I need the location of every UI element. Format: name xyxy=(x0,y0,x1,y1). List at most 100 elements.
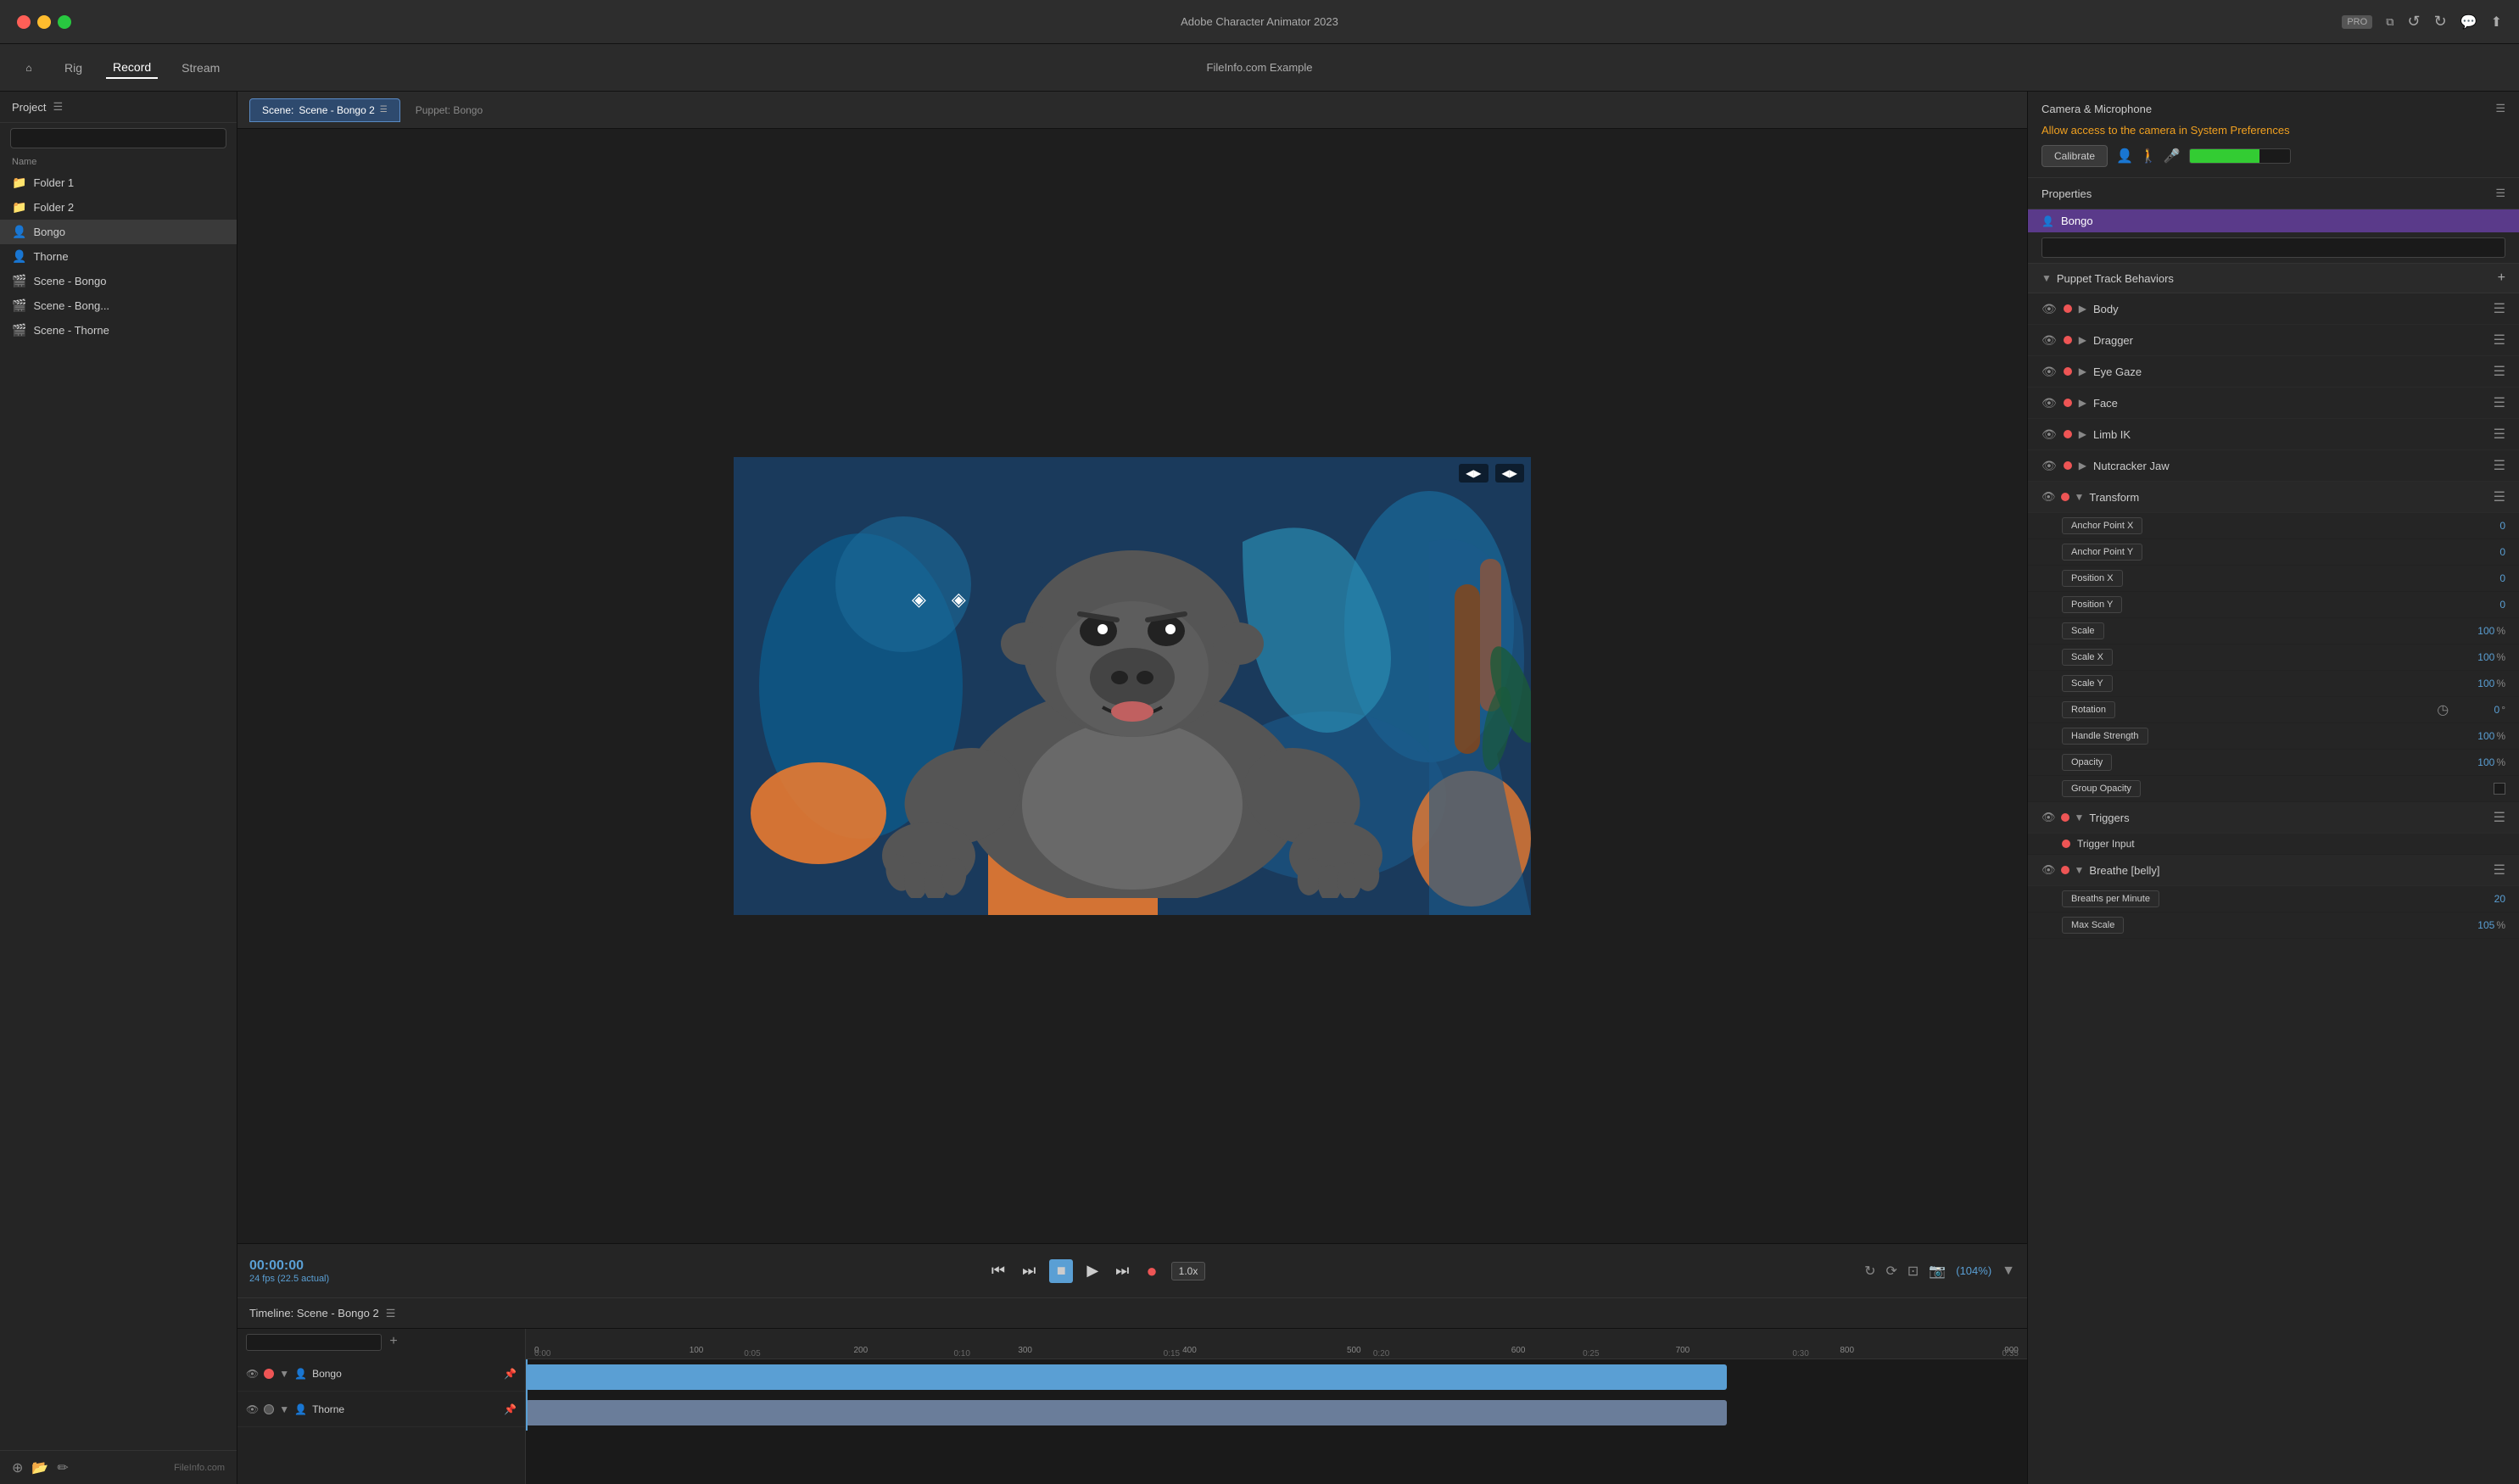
properties-menu-icon[interactable]: ☰ xyxy=(2495,187,2505,200)
transform-expand-icon[interactable]: ▼ xyxy=(2075,491,2085,503)
face-expand-icon[interactable]: ▶ xyxy=(2079,397,2086,409)
chat-icon[interactable]: 💬 xyxy=(2460,14,2477,31)
transform-section-header[interactable]: 👁 ▼ Transform ☰ xyxy=(2028,482,2519,513)
limbik-visibility-icon[interactable]: 👁 xyxy=(2041,427,2057,442)
refresh-icon[interactable]: ↻ xyxy=(1864,1263,1875,1280)
eyegaze-menu-icon[interactable]: ☰ xyxy=(2494,363,2505,380)
timeline-search-input[interactable] xyxy=(246,1334,382,1351)
edit-button[interactable]: ✏ xyxy=(57,1459,68,1476)
face-record-dot[interactable] xyxy=(2064,399,2072,407)
active-scene-tab[interactable]: Scene: Scene - Bongo 2 ☰ xyxy=(249,98,400,122)
rotation-btn[interactable]: Rotation xyxy=(2062,701,2115,718)
max-scale-btn[interactable]: Max Scale xyxy=(2062,917,2124,934)
breathe-menu-icon[interactable]: ☰ xyxy=(2494,862,2505,879)
playhead[interactable] xyxy=(526,1359,528,1431)
position-y-btn[interactable]: Position Y xyxy=(2062,596,2122,613)
new-item-button[interactable]: ⊕ xyxy=(12,1459,23,1476)
body-record-dot[interactable] xyxy=(2064,304,2072,313)
project-menu-icon[interactable]: ☰ xyxy=(53,100,63,114)
body-expand-icon[interactable]: ▶ xyxy=(2079,303,2086,315)
camera-access-message[interactable]: Allow access to the camera in System Pre… xyxy=(2041,124,2505,137)
go-to-start-button[interactable]: ⏮ xyxy=(988,1258,1008,1283)
undo-icon[interactable]: ↺ xyxy=(2407,13,2420,31)
breathe-expand-icon[interactable]: ▼ xyxy=(2075,864,2085,876)
add-track-button[interactable]: + xyxy=(389,1334,397,1349)
scale-x-btn[interactable]: Scale X xyxy=(2062,649,2113,666)
body-visibility-icon[interactable]: 👁 xyxy=(2041,302,2057,316)
transform-menu-icon[interactable]: ☰ xyxy=(2494,488,2505,505)
camera2-icon[interactable]: 📷 xyxy=(1929,1263,1946,1280)
opacity-btn[interactable]: Opacity xyxy=(2062,754,2112,771)
breathe-record-dot[interactable] xyxy=(2061,866,2069,874)
stop-button[interactable]: ■ xyxy=(1049,1259,1073,1283)
share-icon[interactable]: ⬆ xyxy=(2491,14,2502,31)
dragger-menu-icon[interactable]: ☰ xyxy=(2494,332,2505,349)
limbik-menu-icon[interactable]: ☰ xyxy=(2494,426,2505,443)
anchor-y-btn[interactable]: Anchor Point Y xyxy=(2062,544,2142,561)
dragger-visibility-icon[interactable]: 👁 xyxy=(2041,333,2057,348)
breathe-visibility-icon[interactable]: 👁 xyxy=(2041,863,2056,877)
bpm-btn[interactable]: Breaths per Minute xyxy=(2062,890,2159,907)
triggers-section-header[interactable]: 👁 ▼ Triggers ☰ xyxy=(2028,802,2519,834)
nutcracker-menu-icon[interactable]: ☰ xyxy=(2494,457,2505,474)
nutcracker-expand-icon[interactable]: ▶ xyxy=(2079,460,2086,471)
project-item-scene-bongo[interactable]: 🎬 Scene - Bongo xyxy=(0,269,237,293)
loop-icon[interactable]: ⟳ xyxy=(1886,1263,1897,1280)
face-visibility-icon[interactable]: 👁 xyxy=(2041,396,2057,410)
group-opacity-btn[interactable]: Group Opacity xyxy=(2062,780,2141,797)
triggers-record-dot[interactable] xyxy=(2061,813,2069,822)
nutcracker-visibility-icon[interactable]: 👁 xyxy=(2041,459,2057,473)
track-eye-dot2[interactable] xyxy=(264,1404,274,1414)
track-record-dot[interactable] xyxy=(264,1369,274,1379)
breathe-section-header[interactable]: 👁 ▼ Breathe [belly] ☰ xyxy=(2028,855,2519,886)
properties-search-input[interactable] xyxy=(2041,237,2505,258)
project-item-folder1[interactable]: 📁 Folder 1 xyxy=(0,170,237,195)
scene-menu-icon[interactable]: ☰ xyxy=(380,105,388,114)
limbik-expand-icon[interactable]: ▶ xyxy=(2079,428,2086,440)
track-pin-icon[interactable]: 📌 xyxy=(504,1368,517,1380)
canvas-control-left[interactable]: ◀▶ xyxy=(1459,464,1488,483)
nav-record[interactable]: Record xyxy=(106,57,158,79)
track-expand-icon[interactable]: ▼ xyxy=(279,1368,289,1380)
transform-visibility-icon[interactable]: 👁 xyxy=(2041,490,2056,504)
position-x-btn[interactable]: Position X xyxy=(2062,570,2123,587)
handle-strength-btn[interactable]: Handle Strength xyxy=(2062,728,2148,745)
add-behavior-icon[interactable]: + xyxy=(2498,271,2505,286)
project-item-thorne[interactable]: 👤 Thorne xyxy=(0,244,237,269)
play-button[interactable]: ▶ xyxy=(1083,1258,1102,1283)
camera-body-icon[interactable]: 🚶 xyxy=(2140,148,2157,165)
nutcracker-record-dot[interactable] xyxy=(2064,461,2072,470)
eyegaze-visibility-icon[interactable]: 👁 xyxy=(2041,365,2057,379)
fullscreen-button[interactable] xyxy=(58,15,71,29)
group-opacity-checkbox[interactable] xyxy=(2494,783,2505,795)
home-button[interactable]: ⌂ xyxy=(17,56,41,80)
minimize-button[interactable] xyxy=(37,15,51,29)
thorne-timeline-bar[interactable] xyxy=(526,1400,1727,1425)
step-back-button[interactable]: ⏭ xyxy=(1019,1258,1039,1283)
camera-menu-icon[interactable]: ☰ xyxy=(2495,102,2505,115)
close-button[interactable] xyxy=(17,15,31,29)
nav-rig[interactable]: Rig xyxy=(58,58,89,78)
transform-record-dot[interactable] xyxy=(2061,493,2069,501)
dragger-expand-icon[interactable]: ▶ xyxy=(2079,334,2086,346)
microphone-icon[interactable]: 🎤 xyxy=(2164,148,2181,165)
timeline-tracks-right[interactable]: 0 100 200 300 400 500 600 700 800 900 xyxy=(526,1329,2027,1484)
track-expand-icon2[interactable]: ▼ xyxy=(279,1403,289,1415)
timeline-menu-icon[interactable]: ☰ xyxy=(386,1307,396,1320)
export-icon[interactable]: ⊡ xyxy=(1907,1263,1919,1280)
triggers-visibility-icon[interactable]: 👁 xyxy=(2041,811,2056,824)
face-menu-icon[interactable]: ☰ xyxy=(2494,394,2505,411)
zoom-expand-icon[interactable]: ▼ xyxy=(2002,1264,2015,1279)
nav-stream[interactable]: Stream xyxy=(175,58,226,78)
track-pin-icon2[interactable]: 📌 xyxy=(504,1403,517,1415)
eyegaze-expand-icon[interactable]: ▶ xyxy=(2079,365,2086,377)
redo-icon[interactable]: ↻ xyxy=(2434,13,2447,31)
project-item-folder2[interactable]: 📁 Folder 2 xyxy=(0,195,237,220)
scale-y-btn[interactable]: Scale Y xyxy=(2062,675,2113,692)
triggers-menu-icon[interactable]: ☰ xyxy=(2494,809,2505,826)
anchor-x-btn[interactable]: Anchor Point X xyxy=(2062,517,2142,534)
limbik-record-dot[interactable] xyxy=(2064,430,2072,438)
body-menu-icon[interactable]: ☰ xyxy=(2494,300,2505,317)
track-visibility-icon2[interactable]: 👁 xyxy=(246,1403,259,1415)
triggers-expand-icon[interactable]: ▼ xyxy=(2075,812,2085,823)
